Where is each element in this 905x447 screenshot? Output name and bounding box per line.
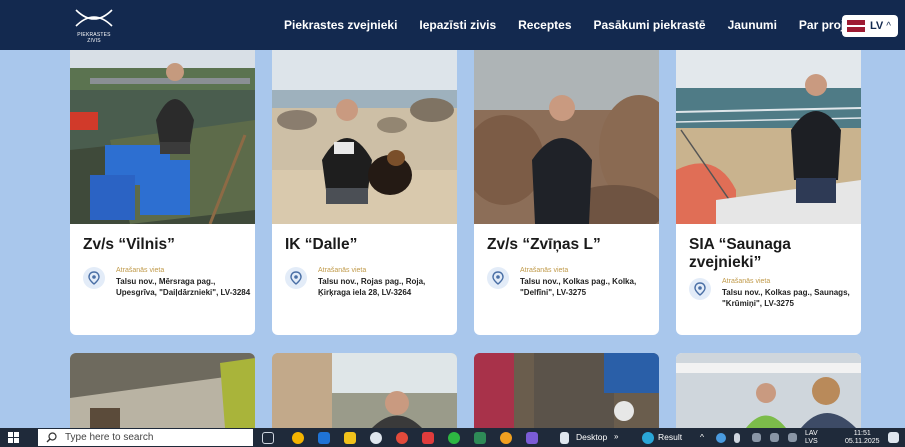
- volume-icon[interactable]: [752, 433, 761, 442]
- fisherman-card[interactable]: [70, 353, 255, 428]
- site-logo[interactable]: PIEKRASTES ZIVIS: [72, 6, 116, 44]
- result-app-icon[interactable]: [642, 432, 654, 444]
- app-icon[interactable]: [370, 432, 382, 444]
- fisherman-photo: [272, 50, 457, 224]
- location-pin-icon: [689, 278, 711, 300]
- fisherman-photo: [70, 353, 255, 428]
- fish-logo-icon: [75, 9, 113, 27]
- fisherman-card[interactable]: [676, 353, 861, 428]
- language-code: LV: [870, 20, 884, 32]
- outlook-icon[interactable]: [318, 432, 330, 444]
- fisherman-photo: [474, 50, 659, 224]
- clock[interactable]: 11:51 05.11.2025: [845, 430, 880, 446]
- nav-item-fish[interactable]: Iepazīsti zivis: [419, 18, 496, 32]
- location-address: Talsu nov., Mērsraga pag., Upesgrīva, "D…: [116, 277, 251, 297]
- card-title[interactable]: Zv/s “Vilnis”: [83, 236, 248, 254]
- location-label: Atrašanās vieta: [722, 278, 771, 285]
- chrome-profile-icon[interactable]: [500, 432, 512, 444]
- location-address: Talsu nov., Rojas pag., Roja, Ķirķraga i…: [318, 277, 426, 297]
- network-icon[interactable]: [770, 433, 779, 442]
- browser-icon[interactable]: [396, 432, 408, 444]
- result-label[interactable]: Result: [658, 432, 682, 442]
- windows-start-icon[interactable]: [8, 432, 20, 444]
- fisherman-photo: [70, 50, 255, 224]
- card-title[interactable]: IK “Dalle”: [285, 236, 450, 254]
- cloud-icon[interactable]: [716, 433, 726, 443]
- pdf-icon[interactable]: [422, 432, 434, 444]
- teams-icon[interactable]: [526, 432, 538, 444]
- language-selector[interactable]: LV ^: [842, 15, 898, 37]
- task-view-icon[interactable]: [262, 432, 274, 444]
- nav-item-recipes[interactable]: Receptes: [518, 18, 571, 32]
- chevron-up-icon: ^: [886, 20, 891, 32]
- fisherman-card[interactable]: IK “Dalle” Atrašanās vieta Talsu nov., R…: [272, 50, 457, 335]
- location-pin-icon: [487, 267, 509, 289]
- card-title[interactable]: Zv/s “Zvīņas L”: [487, 236, 652, 254]
- notifications-icon[interactable]: [888, 432, 899, 443]
- nav-item-fishermen[interactable]: Piekrastes zvejnieki: [284, 18, 397, 32]
- chrome-icon[interactable]: [292, 432, 304, 444]
- logo-text: PIEKRASTES ZIVIS: [77, 32, 111, 44]
- nav-item-news[interactable]: Jaunumi: [728, 18, 777, 32]
- battery-icon[interactable]: [734, 433, 740, 443]
- fisherman-photo: [272, 353, 457, 428]
- fisherman-card[interactable]: [474, 353, 659, 428]
- location-address: Talsu nov., Kolkas pag., Kolka, "Delfīni…: [520, 277, 637, 297]
- search-placeholder: Type here to search: [65, 432, 154, 443]
- fisherman-photo: [676, 353, 861, 428]
- fisherman-card[interactable]: Zv/s “Vilnis” Atrašanās vieta Talsu nov.…: [70, 50, 255, 335]
- file-explorer-icon[interactable]: [344, 432, 356, 444]
- chevron-right-icon[interactable]: »: [614, 432, 618, 441]
- location-pin-icon: [83, 267, 105, 289]
- top-navigation: PIEKRASTES ZIVIS Piekrastes zvejnieki Ie…: [0, 0, 905, 50]
- location-pin-icon: [285, 267, 307, 289]
- fisherman-card[interactable]: SIA “Saunaga zvejnieki” Atrašanās vieta …: [676, 50, 861, 335]
- windows-taskbar: Type here to search Desktop » Result ^ L…: [0, 428, 905, 447]
- pen-icon[interactable]: [788, 433, 797, 442]
- fisherman-card[interactable]: Zv/s “Zvīņas L” Atrašanās vieta Talsu no…: [474, 50, 659, 335]
- chevron-up-icon[interactable]: ^: [700, 432, 704, 442]
- fisherman-photo: [676, 50, 861, 224]
- fisherman-photo: [474, 353, 659, 428]
- taskbar-search-box[interactable]: Type here to search: [38, 429, 253, 446]
- show-more-icon[interactable]: [560, 432, 569, 444]
- fisherman-card[interactable]: [272, 353, 457, 428]
- latvia-flag-icon: [847, 20, 865, 32]
- search-icon: [46, 432, 57, 443]
- location-label: Atrašanās vieta: [520, 267, 569, 274]
- card-title[interactable]: SIA “Saunaga zvejnieki”: [689, 236, 854, 272]
- nav-item-events[interactable]: Pasākumi piekrastē: [594, 18, 706, 32]
- desktop-toolbar-label[interactable]: Desktop: [576, 432, 607, 442]
- location-label: Atrašanās vieta: [116, 267, 165, 274]
- input-language-indicator[interactable]: LAV LVS: [805, 430, 818, 446]
- spreadsheet-icon[interactable]: [474, 432, 486, 444]
- location-address: Talsu nov., Kolkas pag., Saunags, "Krūmi…: [722, 288, 850, 308]
- whatsapp-icon[interactable]: [448, 432, 460, 444]
- location-label: Atrašanās vieta: [318, 267, 367, 274]
